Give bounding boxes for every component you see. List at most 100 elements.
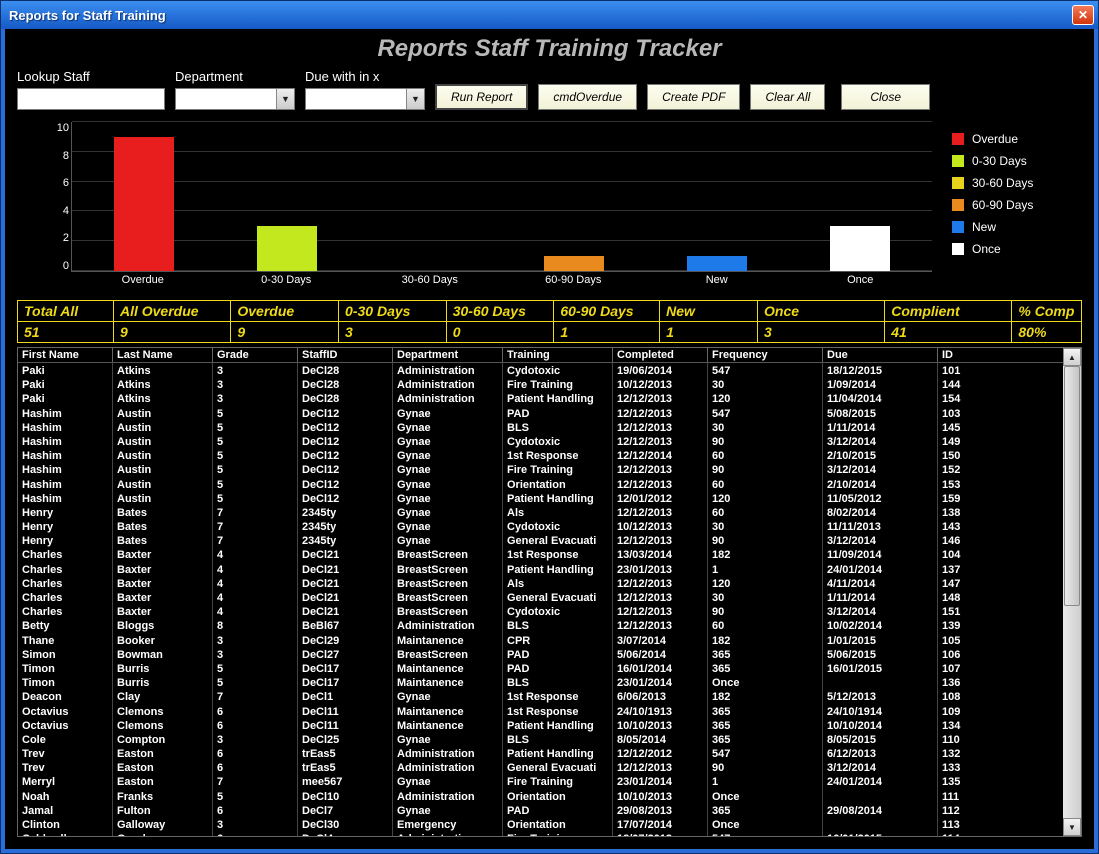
table-row[interactable]: PakiAtkins3DeCl28AdministrationPatient H… — [18, 391, 1063, 405]
bar-slot — [645, 122, 788, 271]
column-header[interactable]: Frequency — [708, 348, 823, 362]
lookup-input[interactable] — [17, 88, 165, 110]
table-row[interactable]: CharlesBaxter4DeCl21BreastScreenPatient … — [18, 562, 1063, 576]
table-row[interactable]: HashimAustin5DeCl12GynaePatient Handling… — [18, 491, 1063, 505]
table-row[interactable]: TrevEaston6trEas5AdministrationPatient H… — [18, 746, 1063, 760]
cell: BreastScreen — [393, 562, 503, 576]
summary-header: Once — [758, 301, 885, 321]
table-row[interactable]: TimonBurris5DeCl17MaintanenceBLS23/01/20… — [18, 675, 1063, 689]
table-row[interactable]: NoahFranks5DeCl10AdministrationOrientati… — [18, 789, 1063, 803]
bar-slot — [215, 122, 358, 271]
run-report-button[interactable]: Run Report — [435, 84, 528, 110]
table-row[interactable]: CharlesBaxter4DeCl21BreastScreenCydotoxi… — [18, 604, 1063, 618]
cell: DeCl30 — [298, 817, 393, 831]
cell: 547 — [708, 363, 823, 377]
table-row[interactable]: TrevEaston6trEas5AdministrationGeneral E… — [18, 760, 1063, 774]
cell: 134 — [938, 718, 998, 732]
column-header[interactable]: Grade — [213, 348, 298, 362]
table-row[interactable]: CharlesBaxter4DeCl21BreastScreenAls12/12… — [18, 576, 1063, 590]
legend-swatch-icon — [952, 221, 964, 233]
cell: 7 — [213, 689, 298, 703]
table-row[interactable]: DeaconClay7DeCl1Gynae1st Response6/06/20… — [18, 689, 1063, 703]
cell: Maintanence — [393, 633, 503, 647]
clear-all-button[interactable]: Clear All — [750, 84, 825, 110]
table-row[interactable]: TimonBurris5DeCl17MaintanencePAD16/01/20… — [18, 661, 1063, 675]
scroll-thumb[interactable] — [1064, 366, 1080, 606]
table-row[interactable]: CaldwellGoodman6DeCl4AdministrationFire … — [18, 831, 1063, 836]
due-select[interactable] — [305, 88, 425, 110]
table-row[interactable]: HashimAustin5DeCl12GynaeBLS12/12/2013301… — [18, 420, 1063, 434]
scroll-down-icon[interactable]: ▼ — [1063, 818, 1081, 836]
scroll-track[interactable] — [1063, 366, 1081, 818]
cell: 30 — [708, 377, 823, 391]
table-row[interactable]: HashimAustin5DeCl12GynaeFire Training12/… — [18, 462, 1063, 476]
cell: 5 — [213, 406, 298, 420]
cell: Hashim — [18, 448, 113, 462]
cell: DeCl21 — [298, 576, 393, 590]
create-pdf-button[interactable]: Create PDF — [647, 84, 740, 110]
table-row[interactable]: HashimAustin5DeCl12GynaeOrientation12/12… — [18, 477, 1063, 491]
column-header[interactable]: Department — [393, 348, 503, 362]
cell: 154 — [938, 391, 998, 405]
cell: 5 — [213, 675, 298, 689]
cell: 137 — [938, 562, 998, 576]
cell: DeCl17 — [298, 661, 393, 675]
table-row[interactable]: HenryBates72345tyGynaeCydotoxic10/12/201… — [18, 519, 1063, 533]
table-row[interactable]: PakiAtkins3DeCl28AdministrationFire Trai… — [18, 377, 1063, 391]
bar-slot — [359, 122, 502, 271]
table-row[interactable]: HashimAustin5DeCl12GynaeCydotoxic12/12/2… — [18, 434, 1063, 448]
column-header[interactable]: StaffID — [298, 348, 393, 362]
table-row[interactable]: CharlesBaxter4DeCl21BreastScreenGeneral … — [18, 590, 1063, 604]
cell: Bates — [113, 519, 213, 533]
cell: Cydotoxic — [503, 604, 613, 618]
table-row[interactable]: HenryBates72345tyGynaeGeneral Evacuati12… — [18, 533, 1063, 547]
cell: Baxter — [113, 604, 213, 618]
cell: 60 — [708, 505, 823, 519]
cell: 12/12/2013 — [613, 477, 708, 491]
cell: 12/12/2012 — [613, 746, 708, 760]
column-header[interactable]: Last Name — [113, 348, 213, 362]
table-row[interactable]: PakiAtkins3DeCl28AdministrationCydotoxic… — [18, 363, 1063, 377]
table-row[interactable]: HashimAustin5DeCl12Gynae1st Response12/1… — [18, 448, 1063, 462]
cell: Baxter — [113, 562, 213, 576]
column-header[interactable]: Due — [823, 348, 938, 362]
table-row[interactable]: JamalFulton6DeCl7GynaePAD29/08/201336529… — [18, 803, 1063, 817]
cell: 29/08/2014 — [823, 803, 938, 817]
table-row[interactable]: HenryBates72345tyGynaeAls12/12/2013608/0… — [18, 505, 1063, 519]
cell: Gynae — [393, 803, 503, 817]
table-row[interactable]: HashimAustin5DeCl12GynaePAD12/12/2013547… — [18, 406, 1063, 420]
close-icon[interactable]: ✕ — [1072, 5, 1094, 25]
bar-slot — [72, 122, 215, 271]
table-row[interactable]: BettyBloggs8BeBl67AdministrationBLS12/12… — [18, 618, 1063, 632]
table-row[interactable]: OctaviusClemons6DeCl11Maintanence1st Res… — [18, 704, 1063, 718]
column-header[interactable]: Training — [503, 348, 613, 362]
legend-item: New — [952, 220, 1082, 234]
cell: Easton — [113, 760, 213, 774]
cell: trEas5 — [298, 760, 393, 774]
cell: DeCl27 — [298, 647, 393, 661]
summary-value: 1 — [554, 322, 660, 342]
table-row[interactable]: ColeCompton3DeCl25GynaeBLS8/05/20143658/… — [18, 732, 1063, 746]
table-row[interactable]: ThaneBooker3DeCl29MaintanenceCPR3/07/201… — [18, 633, 1063, 647]
vertical-scrollbar[interactable]: ▲ ▼ — [1063, 348, 1081, 836]
table-row[interactable]: ClintonGalloway3DeCl30EmergencyOrientati… — [18, 817, 1063, 831]
table-row[interactable]: MerrylEaston7mee567GynaeFire Training23/… — [18, 774, 1063, 788]
table-row[interactable]: CharlesBaxter4DeCl21BreastScreen1st Resp… — [18, 547, 1063, 561]
summary-header: Complient — [885, 301, 1012, 321]
close-button[interactable]: Close — [841, 84, 930, 110]
column-header[interactable]: First Name — [18, 348, 113, 362]
cell: 60 — [708, 448, 823, 462]
cell: 12/12/2013 — [613, 391, 708, 405]
cell: Charles — [18, 562, 113, 576]
department-select[interactable] — [175, 88, 295, 110]
cell: Trev — [18, 760, 113, 774]
cell: 7 — [213, 533, 298, 547]
cmd-overdue-button[interactable]: cmdOverdue — [538, 84, 637, 110]
cell: BreastScreen — [393, 647, 503, 661]
table-row[interactable]: SimonBowman3DeCl27BreastScreenPAD5/06/20… — [18, 647, 1063, 661]
table-row[interactable]: OctaviusClemons6DeCl11MaintanencePatient… — [18, 718, 1063, 732]
column-header[interactable]: Completed — [613, 348, 708, 362]
scroll-up-icon[interactable]: ▲ — [1063, 348, 1081, 366]
column-header[interactable]: ID — [938, 348, 998, 362]
cell: 23/01/2013 — [613, 562, 708, 576]
